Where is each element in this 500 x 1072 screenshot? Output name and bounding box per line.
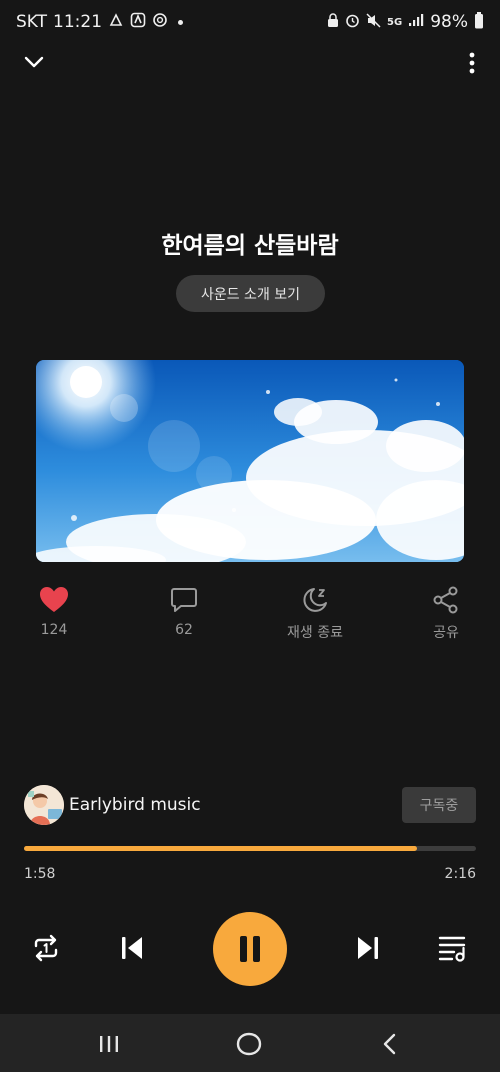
playback-controls <box>0 912 500 988</box>
top-bar <box>0 44 500 80</box>
notification-icon <box>108 12 124 32</box>
artist-avatar[interactable] <box>24 785 64 825</box>
like-count: 124 <box>40 622 68 638</box>
collapse-button[interactable] <box>20 50 48 74</box>
more-vertical-icon <box>469 52 475 74</box>
signal-icon <box>408 13 424 31</box>
progress-bar[interactable] <box>24 846 476 851</box>
back-icon <box>383 1033 396 1055</box>
sky-clouds-artwork <box>36 360 464 562</box>
status-right: 5G 98% <box>327 11 484 33</box>
repeat-icon <box>34 934 58 962</box>
next-button[interactable] <box>350 930 386 966</box>
pause-icon <box>240 936 260 962</box>
lock-icon <box>327 12 339 32</box>
next-icon <box>358 937 378 959</box>
more-options-button[interactable] <box>466 50 478 76</box>
avatar-illustration <box>24 785 64 825</box>
more-notifications-dot <box>178 19 184 25</box>
system-nav-bar <box>0 1014 500 1072</box>
sleep-timer-label: 재생 종료 <box>287 625 343 641</box>
alarm-icon <box>345 13 360 32</box>
comment-count: 62 <box>175 622 193 638</box>
recent-apps-icon <box>100 1036 118 1052</box>
total-time: 2:16 <box>444 866 476 882</box>
carrier-label: SKT <box>16 12 48 32</box>
progress-fill <box>24 846 418 851</box>
previous-icon <box>122 937 142 959</box>
artist-row: Earlybird music 구독중 <box>24 784 476 826</box>
comment-icon <box>171 588 197 612</box>
battery-label: 98% <box>430 12 468 32</box>
share-button[interactable]: 공유 <box>401 586 491 642</box>
network-label: 5G <box>387 16 403 28</box>
artist-name[interactable]: Earlybird music <box>69 795 201 815</box>
clock: 11:21 <box>53 12 103 32</box>
home-button[interactable] <box>229 1030 269 1058</box>
share-label: 공유 <box>433 625 459 641</box>
status-bar: SKT 11:21 5G 98% <box>0 0 500 44</box>
playlist-icon <box>438 936 466 962</box>
action-bar: 124 62 재생 종료 공유 <box>0 586 500 646</box>
recent-apps-button[interactable] <box>89 1030 129 1058</box>
status-left: SKT 11:21 <box>16 12 184 32</box>
settings-notification-icon <box>152 12 168 32</box>
previous-button[interactable] <box>114 930 150 966</box>
chevron-down-icon <box>24 56 44 68</box>
home-icon <box>236 1032 262 1056</box>
subscribe-button[interactable]: 구독중 <box>402 787 476 823</box>
mute-icon <box>366 12 381 32</box>
pause-button[interactable] <box>213 912 287 986</box>
share-icon <box>433 586 458 614</box>
moon-icon <box>303 588 327 612</box>
sound-intro-button[interactable]: 사운드 소개 보기 <box>176 275 325 312</box>
back-button[interactable] <box>370 1030 410 1058</box>
like-button[interactable]: 124 <box>9 586 99 638</box>
heart-icon <box>40 587 68 612</box>
track-title: 한여름의 산들바람 <box>161 233 339 259</box>
playlist-button[interactable] <box>435 930 471 966</box>
repeat-button[interactable] <box>28 930 64 966</box>
app-notification-icon <box>130 12 146 32</box>
elapsed-time: 1:58 <box>24 866 56 882</box>
battery-icon <box>474 11 484 33</box>
album-artwork <box>36 360 464 562</box>
sleep-timer-button[interactable]: 재생 종료 <box>270 586 360 642</box>
comment-button[interactable]: 62 <box>139 586 229 638</box>
